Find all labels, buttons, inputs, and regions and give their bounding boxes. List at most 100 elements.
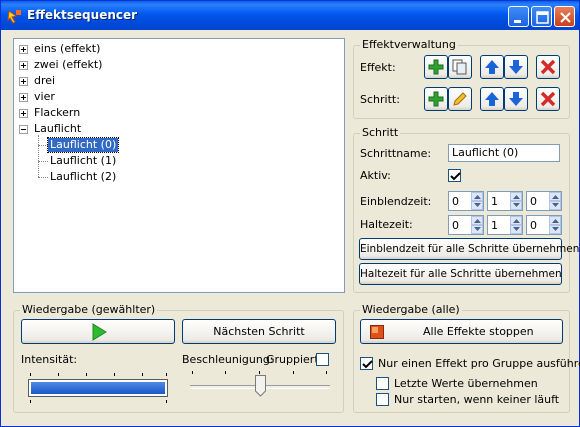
close-icon xyxy=(560,12,571,23)
tree-child-label: Lauflicht (1) xyxy=(50,154,117,167)
tree-item-zwei[interactable]: zwei (effekt) xyxy=(14,58,344,72)
pencil-icon xyxy=(453,92,467,106)
apply-einblendzeit-all-button[interactable]: Einblendzeit für alle Schritte übernehme… xyxy=(359,238,579,260)
tree-item-drei[interactable]: drei xyxy=(14,74,344,88)
aktiv-label: Aktiv: xyxy=(360,169,391,182)
spin-down-icon[interactable] xyxy=(549,201,561,210)
expand-icon[interactable] xyxy=(19,45,28,54)
only-if-none-checkbox[interactable] xyxy=(376,393,389,406)
last-values-label: Letzte Werte übernehmen xyxy=(394,377,538,390)
expand-icon[interactable] xyxy=(19,109,28,118)
close-button[interactable] xyxy=(554,6,575,27)
spin-down-icon[interactable] xyxy=(510,225,522,234)
stop-all-button[interactable]: Alle Effekte stoppen xyxy=(360,319,563,344)
tree-connector xyxy=(38,161,48,162)
collapse-icon[interactable] xyxy=(19,125,28,134)
play-button[interactable] xyxy=(21,319,175,344)
schrittname-input[interactable]: Lauflicht (0) xyxy=(448,144,560,162)
next-step-button[interactable]: Nächsten Schritt xyxy=(182,319,336,344)
checkmark-icon xyxy=(362,360,373,369)
tree-item-label: Lauflicht xyxy=(34,122,82,135)
schrittname-label: Schrittname: xyxy=(360,147,432,160)
arrow-down-icon xyxy=(509,60,523,74)
move-step-up-button[interactable] xyxy=(480,87,504,111)
spin-down-icon[interactable] xyxy=(510,201,522,210)
remove-step-button[interactable] xyxy=(536,87,560,111)
tree-item-lauflicht[interactable]: Lauflicht xyxy=(14,122,344,136)
schritt-group: Schritt Schrittname: Lauflicht (0) Aktiv… xyxy=(353,126,579,293)
spin-down-icon[interactable] xyxy=(471,201,483,210)
spinner-value: 1 xyxy=(491,219,498,232)
tick xyxy=(259,371,260,374)
move-effect-up-button[interactable] xyxy=(480,55,504,79)
spin-up-icon[interactable] xyxy=(510,192,522,201)
checkmark-icon xyxy=(450,172,461,181)
effect-tree[interactable]: eins (effekt) zwei (effekt) drei vier Fl… xyxy=(13,38,345,293)
expand-icon[interactable] xyxy=(19,61,28,70)
add-effect-button[interactable] xyxy=(424,55,448,79)
haltezeit-sec-spinner[interactable]: 1 xyxy=(487,215,523,235)
copy-icon xyxy=(452,59,467,75)
gruppiert-checkbox[interactable] xyxy=(316,353,329,366)
tree-item-vier[interactable]: vier xyxy=(14,90,344,104)
aktiv-checkbox[interactable] xyxy=(448,169,461,182)
intensitaet-label: Intensität: xyxy=(21,353,78,366)
expand-icon[interactable] xyxy=(19,93,28,102)
spin-down-icon[interactable] xyxy=(549,225,561,234)
last-values-checkbox[interactable] xyxy=(376,377,389,390)
tick xyxy=(30,400,31,403)
einblendzeit-sec-spinner[interactable]: 1 xyxy=(487,191,523,211)
copy-effect-button[interactable] xyxy=(448,55,472,79)
tick xyxy=(166,373,167,376)
title-bar[interactable]: Effektsequencer xyxy=(1,1,579,30)
add-step-button[interactable] xyxy=(424,87,448,111)
apply-haltezeit-all-button[interactable]: Haltezeit für alle Schritte übernehmen xyxy=(359,263,562,285)
haltezeit-ms-spinner[interactable]: 0 xyxy=(526,215,562,235)
tree-item-flackern[interactable]: Flackern xyxy=(14,106,344,120)
maximize-button[interactable] xyxy=(531,6,552,27)
tick xyxy=(293,371,294,374)
maximize-icon xyxy=(536,11,549,24)
minimize-button[interactable] xyxy=(508,6,529,27)
beschleunigung-slider[interactable] xyxy=(190,369,330,405)
plus-icon xyxy=(428,91,444,107)
effektverwaltung-group: Effektverwaltung Effekt: Schritt: xyxy=(353,38,570,119)
einblendzeit-ms-spinner[interactable]: 0 xyxy=(526,191,562,211)
tree-item-label: drei xyxy=(34,74,56,87)
move-effect-down-button[interactable] xyxy=(504,55,528,79)
wiedergabe-gewaehlt-group: Wiedergabe (gewählter) Nächsten Schritt … xyxy=(13,303,344,413)
wiedergabe-alle-group: Wiedergabe (alle) Alle Effekte stoppen N… xyxy=(353,303,580,413)
group-title: Wiedergabe (gewählter) xyxy=(20,303,158,316)
only-if-none-label: Nur starten, wenn keiner läuft xyxy=(394,393,560,406)
tick xyxy=(192,371,193,374)
move-step-down-button[interactable] xyxy=(504,87,528,111)
tick xyxy=(225,371,226,374)
tree-item-label: zwei (effekt) xyxy=(34,58,103,71)
effekt-label: Effekt: xyxy=(360,61,396,74)
spin-up-icon[interactable] xyxy=(549,216,561,225)
tick xyxy=(58,373,59,376)
spin-up-icon[interactable] xyxy=(549,192,561,201)
haltezeit-min-spinner[interactable]: 0 xyxy=(448,215,484,235)
spin-up-icon[interactable] xyxy=(471,216,483,225)
expand-icon[interactable] xyxy=(19,77,28,86)
one-per-group-checkbox[interactable] xyxy=(360,357,373,370)
play-icon xyxy=(92,323,107,341)
spinner-value: 0 xyxy=(530,195,537,208)
haltezeit-label: Haltezeit: xyxy=(360,218,413,231)
tree-child-label: Lauflicht (2) xyxy=(50,170,117,183)
tree-item-eins[interactable]: eins (effekt) xyxy=(14,42,344,56)
spin-up-icon[interactable] xyxy=(471,192,483,201)
tick xyxy=(30,373,31,376)
edit-step-button[interactable] xyxy=(448,87,472,111)
spin-up-icon[interactable] xyxy=(510,216,522,225)
intensitaet-slider[interactable] xyxy=(28,367,168,407)
spin-down-icon[interactable] xyxy=(471,225,483,234)
einblendzeit-min-spinner[interactable]: 0 xyxy=(448,191,484,211)
stop-all-label: Alle Effekte stoppen xyxy=(423,325,534,338)
arrow-down-icon xyxy=(509,92,523,106)
slider-thumb[interactable] xyxy=(255,375,266,397)
spinner-value: 1 xyxy=(491,195,498,208)
remove-effect-button[interactable] xyxy=(536,55,560,79)
tick xyxy=(114,373,115,376)
